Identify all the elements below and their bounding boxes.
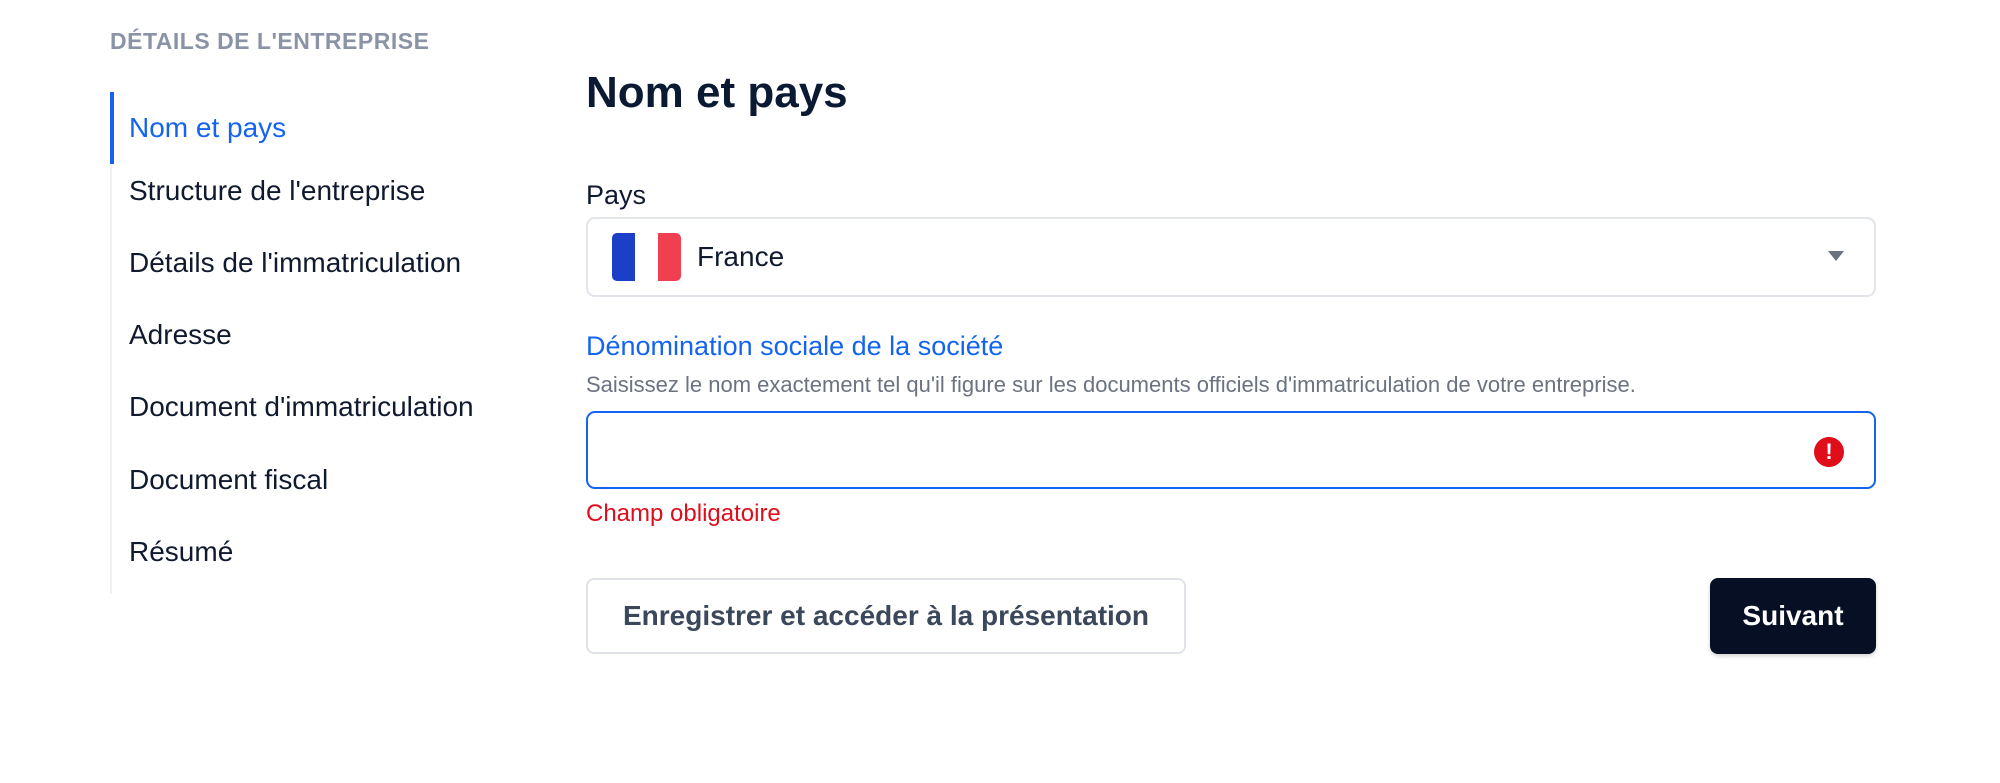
sidebar-item-label: Structure de l'entreprise	[129, 175, 426, 206]
company-name-field: !	[586, 411, 1876, 489]
sidebar-item-label: Détails de l'immatriculation	[129, 247, 462, 278]
sidebar-item-document-fiscal[interactable]: Document fiscal	[112, 444, 532, 516]
sidebar-item-structure[interactable]: Structure de l'entreprise	[112, 155, 532, 227]
sidebar-item-label: Document fiscal	[129, 464, 329, 495]
sidebar-item-label: Adresse	[129, 319, 232, 350]
company-name-helper: Saisissez le nom exactement tel qu'il fi…	[586, 372, 1636, 397]
sidebar-item-label: Nom et pays	[129, 112, 287, 143]
alert-circle-icon: !	[1814, 437, 1844, 467]
country-select[interactable]: France	[586, 217, 1876, 297]
sidebar-item-nom-et-pays[interactable]: Nom et pays	[110, 92, 530, 164]
chevron-down-icon	[1828, 251, 1844, 261]
sidebar-item-resume[interactable]: Résumé	[112, 516, 532, 588]
sidebar-item-label: Résumé	[129, 536, 234, 567]
sidebar-item-adresse[interactable]: Adresse	[112, 299, 532, 371]
sidebar-item-label: Document d'immatriculation	[129, 391, 474, 422]
section-heading: DÉTAILS DE L'ENTREPRISE	[110, 28, 430, 54]
sidebar-nav: Nom et pays Structure de l'entreprise Dé…	[110, 92, 532, 594]
sidebar-item-document-immatriculation[interactable]: Document d'immatriculation	[112, 371, 532, 443]
country-label: Pays	[586, 180, 647, 210]
sidebar-item-details-immatriculation[interactable]: Détails de l'immatriculation	[112, 227, 532, 299]
save-and-overview-button[interactable]: Enregistrer et accéder à la présentation	[586, 578, 1186, 654]
company-name-error: Champ obligatoire	[586, 500, 781, 527]
page-title: Nom et pays	[586, 68, 848, 117]
company-name-label: Dénomination sociale de la société	[586, 331, 1004, 361]
company-name-input[interactable]	[588, 413, 1812, 485]
france-flag-icon	[612, 233, 681, 281]
country-select-value: France	[697, 241, 785, 272]
next-button[interactable]: Suivant	[1710, 578, 1876, 654]
